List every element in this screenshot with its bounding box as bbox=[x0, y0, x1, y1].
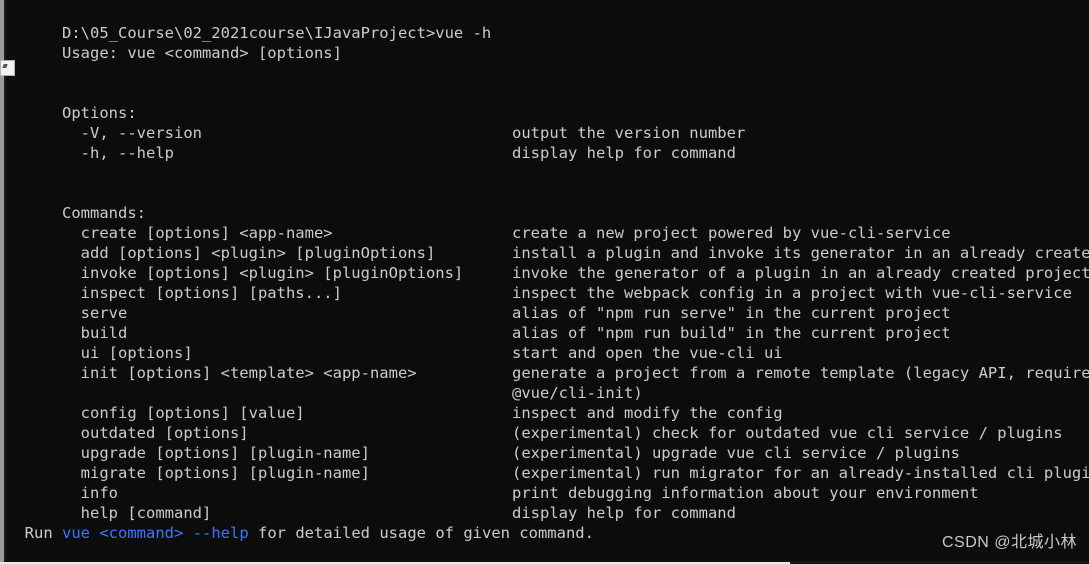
commands-header: Commands: bbox=[6, 183, 1089, 222]
command-row: help [command] display help for command bbox=[6, 483, 1089, 522]
option-row: -h, --help display help for command bbox=[6, 123, 1089, 162]
command-row: build alias of "npm run build" in the cur… bbox=[6, 303, 1089, 342]
run-hint-command-placeholder: <command> bbox=[99, 524, 184, 542]
option-description: display help for command bbox=[512, 144, 736, 162]
run-hint-line: Run vue <command> --help for detailed us… bbox=[6, 523, 1089, 543]
command-row-continuation: @vue/cli-init) bbox=[6, 363, 1089, 402]
command-description: display help for command bbox=[512, 504, 736, 522]
option-row: -V, --version output the version number bbox=[6, 103, 1089, 142]
window-edge-artifact-icon bbox=[0, 60, 15, 76]
command-row: init [options] <template> <app-name> gene… bbox=[6, 343, 1089, 382]
run-hint-space bbox=[90, 524, 99, 542]
command-row: upgrade [options] [plugin-name] (experime… bbox=[6, 423, 1089, 462]
command-row: info print debugging information about yo… bbox=[6, 463, 1089, 502]
command-row: add [options] <plugin> [pluginOptions] in… bbox=[6, 223, 1089, 262]
run-hint-suffix: for detailed usage of given command. bbox=[248, 524, 594, 542]
command-row: outdated [options] (experimental) check f… bbox=[6, 403, 1089, 442]
terminal-window[interactable]: D:\05_Course\02_2021course\IJavaProject>… bbox=[0, 0, 1089, 564]
run-hint-prefix: Run bbox=[6, 524, 62, 542]
command-row: migrate [options] [plugin-name] (experime… bbox=[6, 443, 1089, 482]
window-left-edge-shadow bbox=[4, 0, 6, 564]
prompt-line-top: D:\05_Course\02_2021course\IJavaProject>… bbox=[6, 3, 1089, 42]
command-row: invoke [options] <plugin> [pluginOptions… bbox=[6, 243, 1089, 282]
usage-text: Usage: vue <command> [options] bbox=[62, 44, 342, 62]
command-row: create [options] <app-name> create a new … bbox=[6, 203, 1089, 242]
command-row: serve alias of "npm run serve" in the cur… bbox=[6, 283, 1089, 322]
command-row: ui [options] start and open the vue-cli u… bbox=[6, 323, 1089, 362]
usage-line: Usage: vue <command> [options] bbox=[6, 23, 1089, 62]
run-hint-space bbox=[183, 524, 192, 542]
options-header: Options: bbox=[6, 83, 1089, 122]
command-row: inspect [options] [paths...] inspect the … bbox=[6, 263, 1089, 302]
terminal-output-area[interactable]: D:\05_Course\02_2021course\IJavaProject>… bbox=[6, 3, 1089, 564]
run-hint-help-flag: --help bbox=[192, 524, 249, 542]
command-row: config [options] [value] inspect and modi… bbox=[6, 383, 1089, 422]
csdn-watermark: CSDN @北城小林 bbox=[941, 534, 1077, 551]
command-name: help [command] bbox=[62, 504, 212, 522]
option-flag: -h, --help bbox=[62, 144, 174, 162]
run-hint-vue: vue bbox=[62, 524, 90, 542]
